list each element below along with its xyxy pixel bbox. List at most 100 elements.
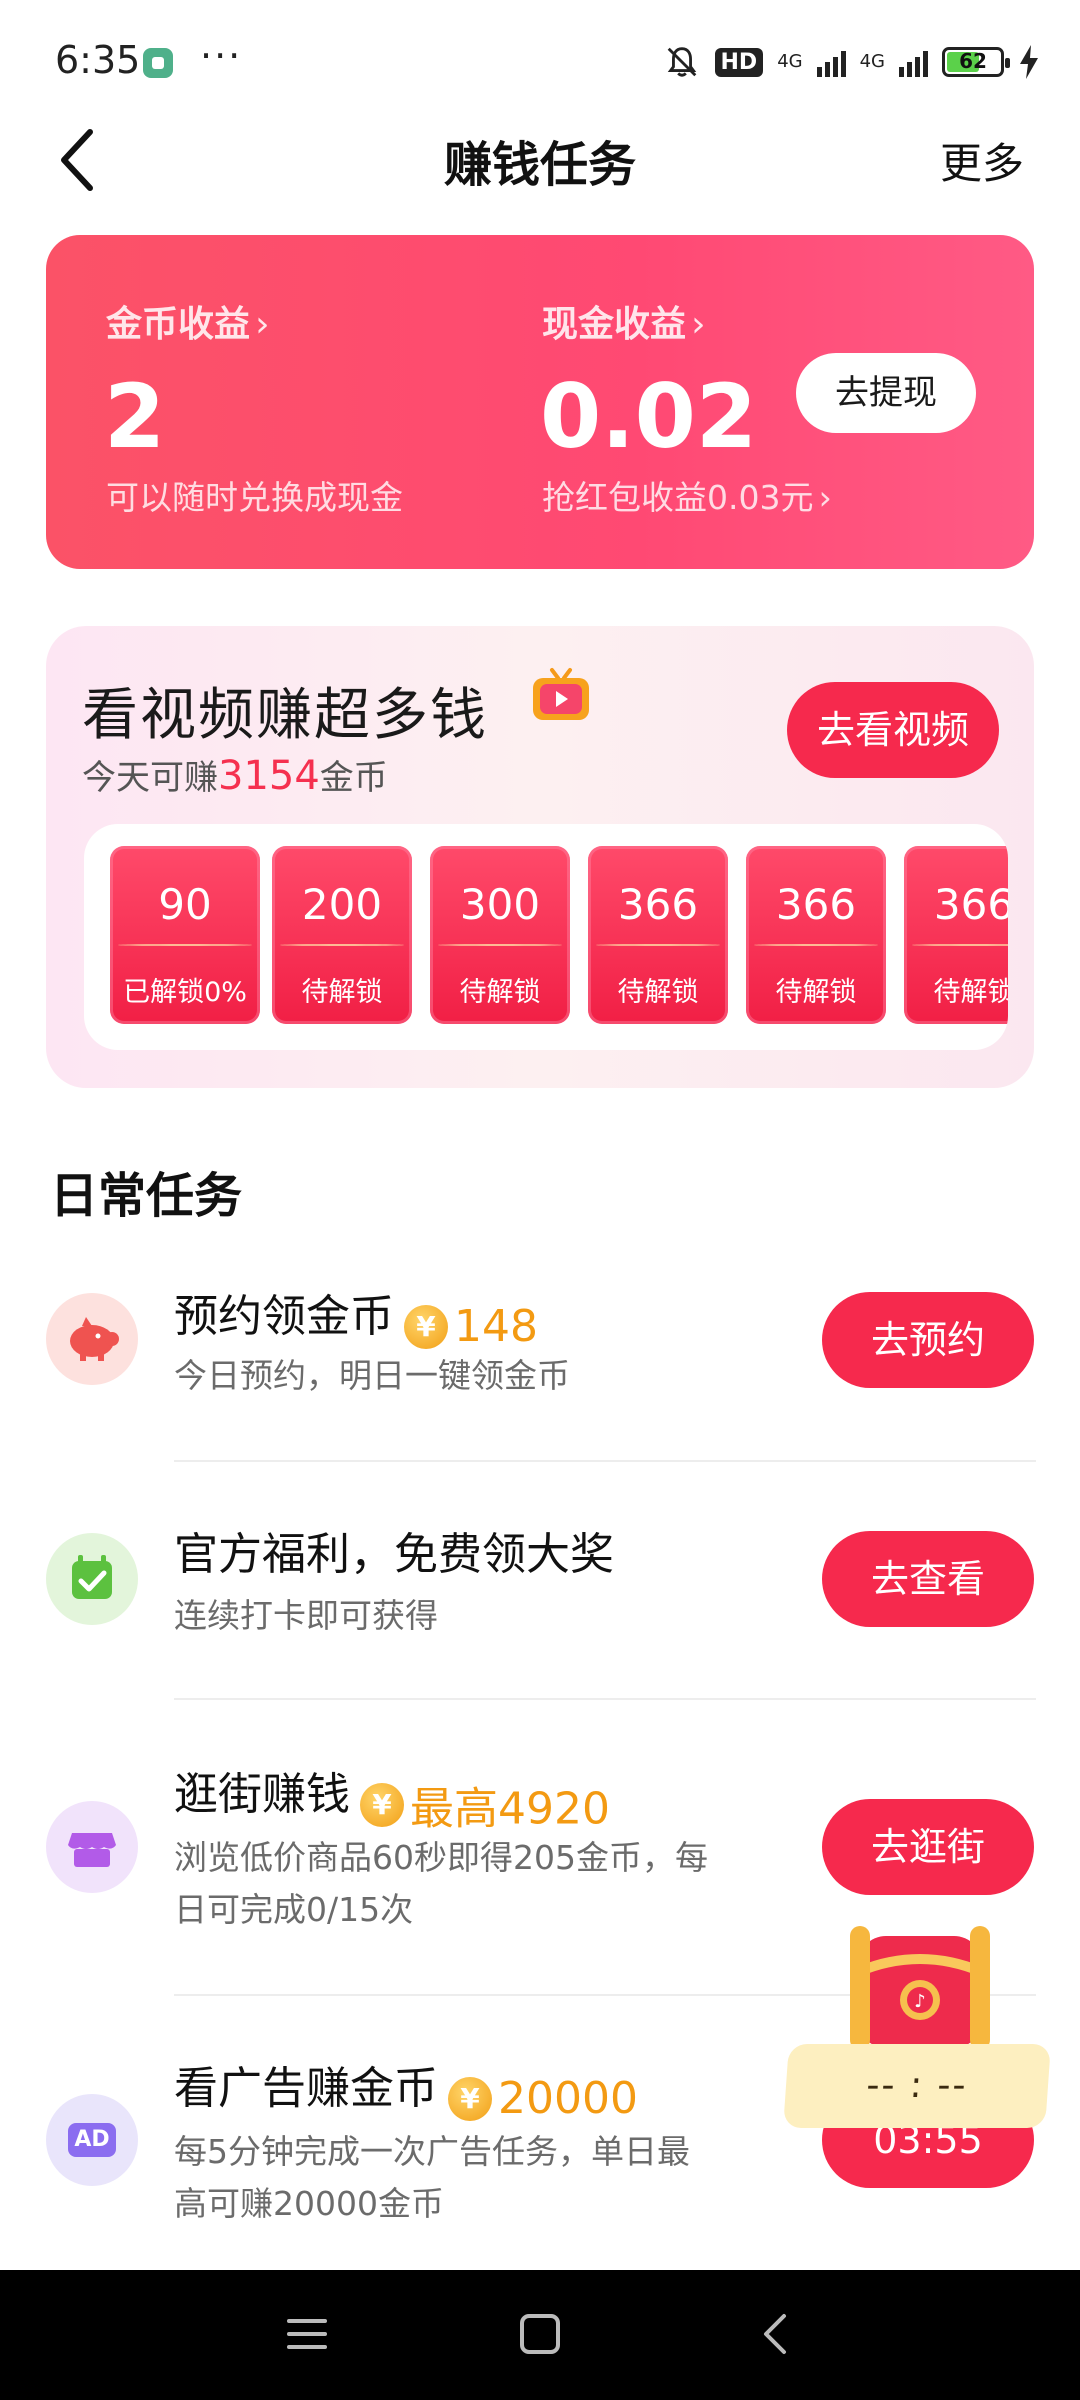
task-title: 逛街赚钱 [174,1769,350,1820]
tier-divider [912,944,1008,946]
task-description-line1: 每5分钟完成一次广告任务，单日最 [174,2132,690,2171]
chevron-right-icon: › [818,478,832,517]
view-button[interactable]: 去查看 [822,1531,1034,1627]
task-title-row: 逛街赚钱 ¥ 最高4920 [174,1758,610,1837]
earnings-card: 金币收益 › 2 可以随时兑换成现金 现金收益 › 0.02 抢红包收益0.03… [46,235,1034,569]
tv-play-icon [533,668,589,720]
tier-status: 待解锁 [933,977,1009,1008]
red-packet-earnings-link[interactable]: 抢红包收益0.03元 › [542,471,832,519]
reserve-button[interactable]: 去预约 [822,1292,1034,1388]
tier-value: 366 [617,880,699,929]
task-reward: 148 [454,1301,538,1352]
back-nav-icon[interactable] [756,2312,796,2356]
tier-divider [754,944,878,946]
coin-earnings-note: 可以随时兑换成现金 [106,478,403,517]
tier-value: 366 [775,880,857,929]
signal-bars-2-icon [899,47,928,77]
network-type-1: 4G [777,51,803,72]
task-icon-bg [46,1801,138,1893]
red-packet-earnings-text: 抢红包收益0.03元 [542,478,814,517]
ad-icon: AD [68,2123,116,2157]
coin-earnings-link[interactable]: 金币收益 › [106,295,270,347]
task-title: 官方福利，免费领大奖 [174,1529,614,1580]
tier-divider [438,944,562,946]
battery-icon: 62 [942,47,1010,77]
chest-timer[interactable]: -- : -- [783,2044,1051,2128]
shop-button[interactable]: 去逛街 [822,1799,1034,1895]
reward-tier[interactable]: 90 已解锁0% [110,846,260,1024]
system-nav-bar [0,2270,1080,2400]
reward-tier[interactable]: 366 待解锁 [746,846,886,1024]
tier-value: 90 [158,880,212,929]
coin-icon: ¥ [360,1782,404,1827]
task-description: 今日预约，明日一键领金币 [174,1356,570,1395]
store-icon [68,1833,116,1867]
tier-status: 已解锁0% [123,977,247,1008]
home-icon[interactable] [518,2312,562,2356]
status-right-group: HD 4G 4G 62 [663,38,1041,86]
tier-status: 待解锁 [617,977,699,1008]
tier-divider [280,944,404,946]
task-reward: 最高4920 [410,1783,610,1835]
video-card-title: 看视频赚超多钱 [82,683,488,748]
divider [174,1698,1036,1700]
task-icon-bg [46,1533,138,1625]
bell-muted-icon [667,47,696,77]
video-daily-potential: 今天可赚3154金币 [82,750,388,799]
tier-status: 待解锁 [775,977,857,1008]
piggy-bank-icon [70,1317,119,1361]
task-description-line2: 日可完成0/15次 [174,1890,414,1929]
watch-video-card: 看视频赚超多钱 今天可赚3154金币 去看视频 90 已解锁0% 200 待解锁… [46,626,1034,1088]
task-description-line1: 浏览低价商品60秒即得205金币，每 [174,1838,708,1877]
task-title-row: 预约领金币 ¥148 [174,1280,538,1352]
reward-tier[interactable]: 300 待解锁 [430,846,570,1024]
signal-bars-1-icon [816,47,846,77]
tier-status: 待解锁 [459,977,541,1008]
coin-earnings-value: 2 [104,365,166,468]
app-notification-icon [143,48,173,78]
chevron-right-icon: › [255,304,270,345]
task-icon-bg [46,1293,138,1385]
treasure-chest-icon[interactable]: ♪ [820,1906,1020,2066]
withdraw-button[interactable]: 去提现 [796,353,976,433]
hd-voice-icon: HD [714,47,764,77]
calendar-check-icon [72,1555,112,1599]
cash-earnings-value: 0.02 [540,365,758,468]
charging-bolt-icon [1020,45,1038,79]
video-sub-number: 3154 [218,753,320,799]
coin-earnings-label: 金币收益 [106,304,251,345]
task-description-line2: 高可赚20000金币 [174,2184,444,2223]
status-more-indicator: ··· [200,34,243,78]
tier-status: 待解锁 [301,977,383,1008]
menu-icon[interactable] [285,2312,329,2356]
reward-tier[interactable]: 200 待解锁 [272,846,412,1024]
svg-text:♪: ♪ [914,1991,926,2012]
status-time: 6:35 [55,38,141,82]
task-title: 看广告赚金币 [174,2063,438,2114]
status-bar: 6:35 ··· HD 4G 4G 62 [0,0,1080,120]
watch-video-button[interactable]: 去看视频 [787,682,999,778]
page-title: 赚钱任务 [443,137,636,193]
more-button[interactable]: 更多 [940,130,1024,191]
battery-percent: 62 [959,49,987,73]
tier-divider [596,944,720,946]
reward-tier[interactable]: 366 待解锁 [588,846,728,1024]
video-sub-prefix: 今天可赚 [82,758,218,798]
cash-earnings-link[interactable]: 现金收益 › [542,295,706,347]
coin-icon: ¥ [404,1304,448,1349]
cash-earnings-label: 现金收益 [542,304,687,345]
task-title: 预约领金币 [174,1291,394,1342]
daily-tasks-title: 日常任务 [50,1168,243,1224]
network-type-2: 4G [859,51,885,72]
task-description: 连续打卡即可获得 [174,1596,438,1635]
task-icon-bg: AD [46,2094,138,2186]
reward-tiers-strip[interactable]: 90 已解锁0% 200 待解锁 300 待解锁 366 待解锁 366 待解锁… [84,824,1008,1050]
task-reward: 20000 [498,2073,638,2124]
reward-tier[interactable]: 366 待解锁 [904,846,1008,1024]
tier-value: 300 [459,880,541,929]
tier-value: 366 [933,880,1008,929]
video-sub-suffix: 金币 [319,758,388,798]
task-title-row: 看广告赚金币 ¥20000 [174,2052,638,2124]
task-title-row: 官方福利，免费领大奖 [174,1518,614,1582]
divider [174,1460,1036,1462]
